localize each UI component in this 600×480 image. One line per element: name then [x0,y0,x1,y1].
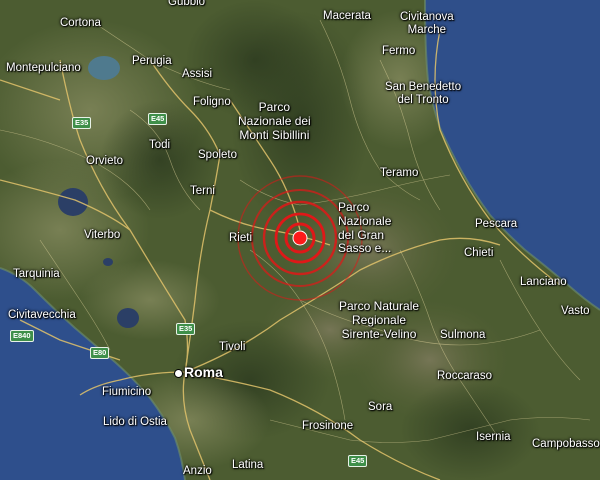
road-shield-e35-south: E35 [176,323,196,335]
earthquake-marker[interactable] [0,0,600,480]
road-shield-e80: E80 [90,347,110,359]
capital-dot-icon [174,369,183,378]
road-shield-e840: E840 [10,330,34,342]
map-view[interactable]: E35 E45 E35 E840 E80 E45 Gubbio Macerata… [0,0,600,480]
road-shield-e45-south: E45 [348,455,368,467]
epicenter-dot-icon [292,230,308,246]
road-shield-e35-north: E35 [72,117,92,129]
road-shield-e45: E45 [148,113,168,125]
